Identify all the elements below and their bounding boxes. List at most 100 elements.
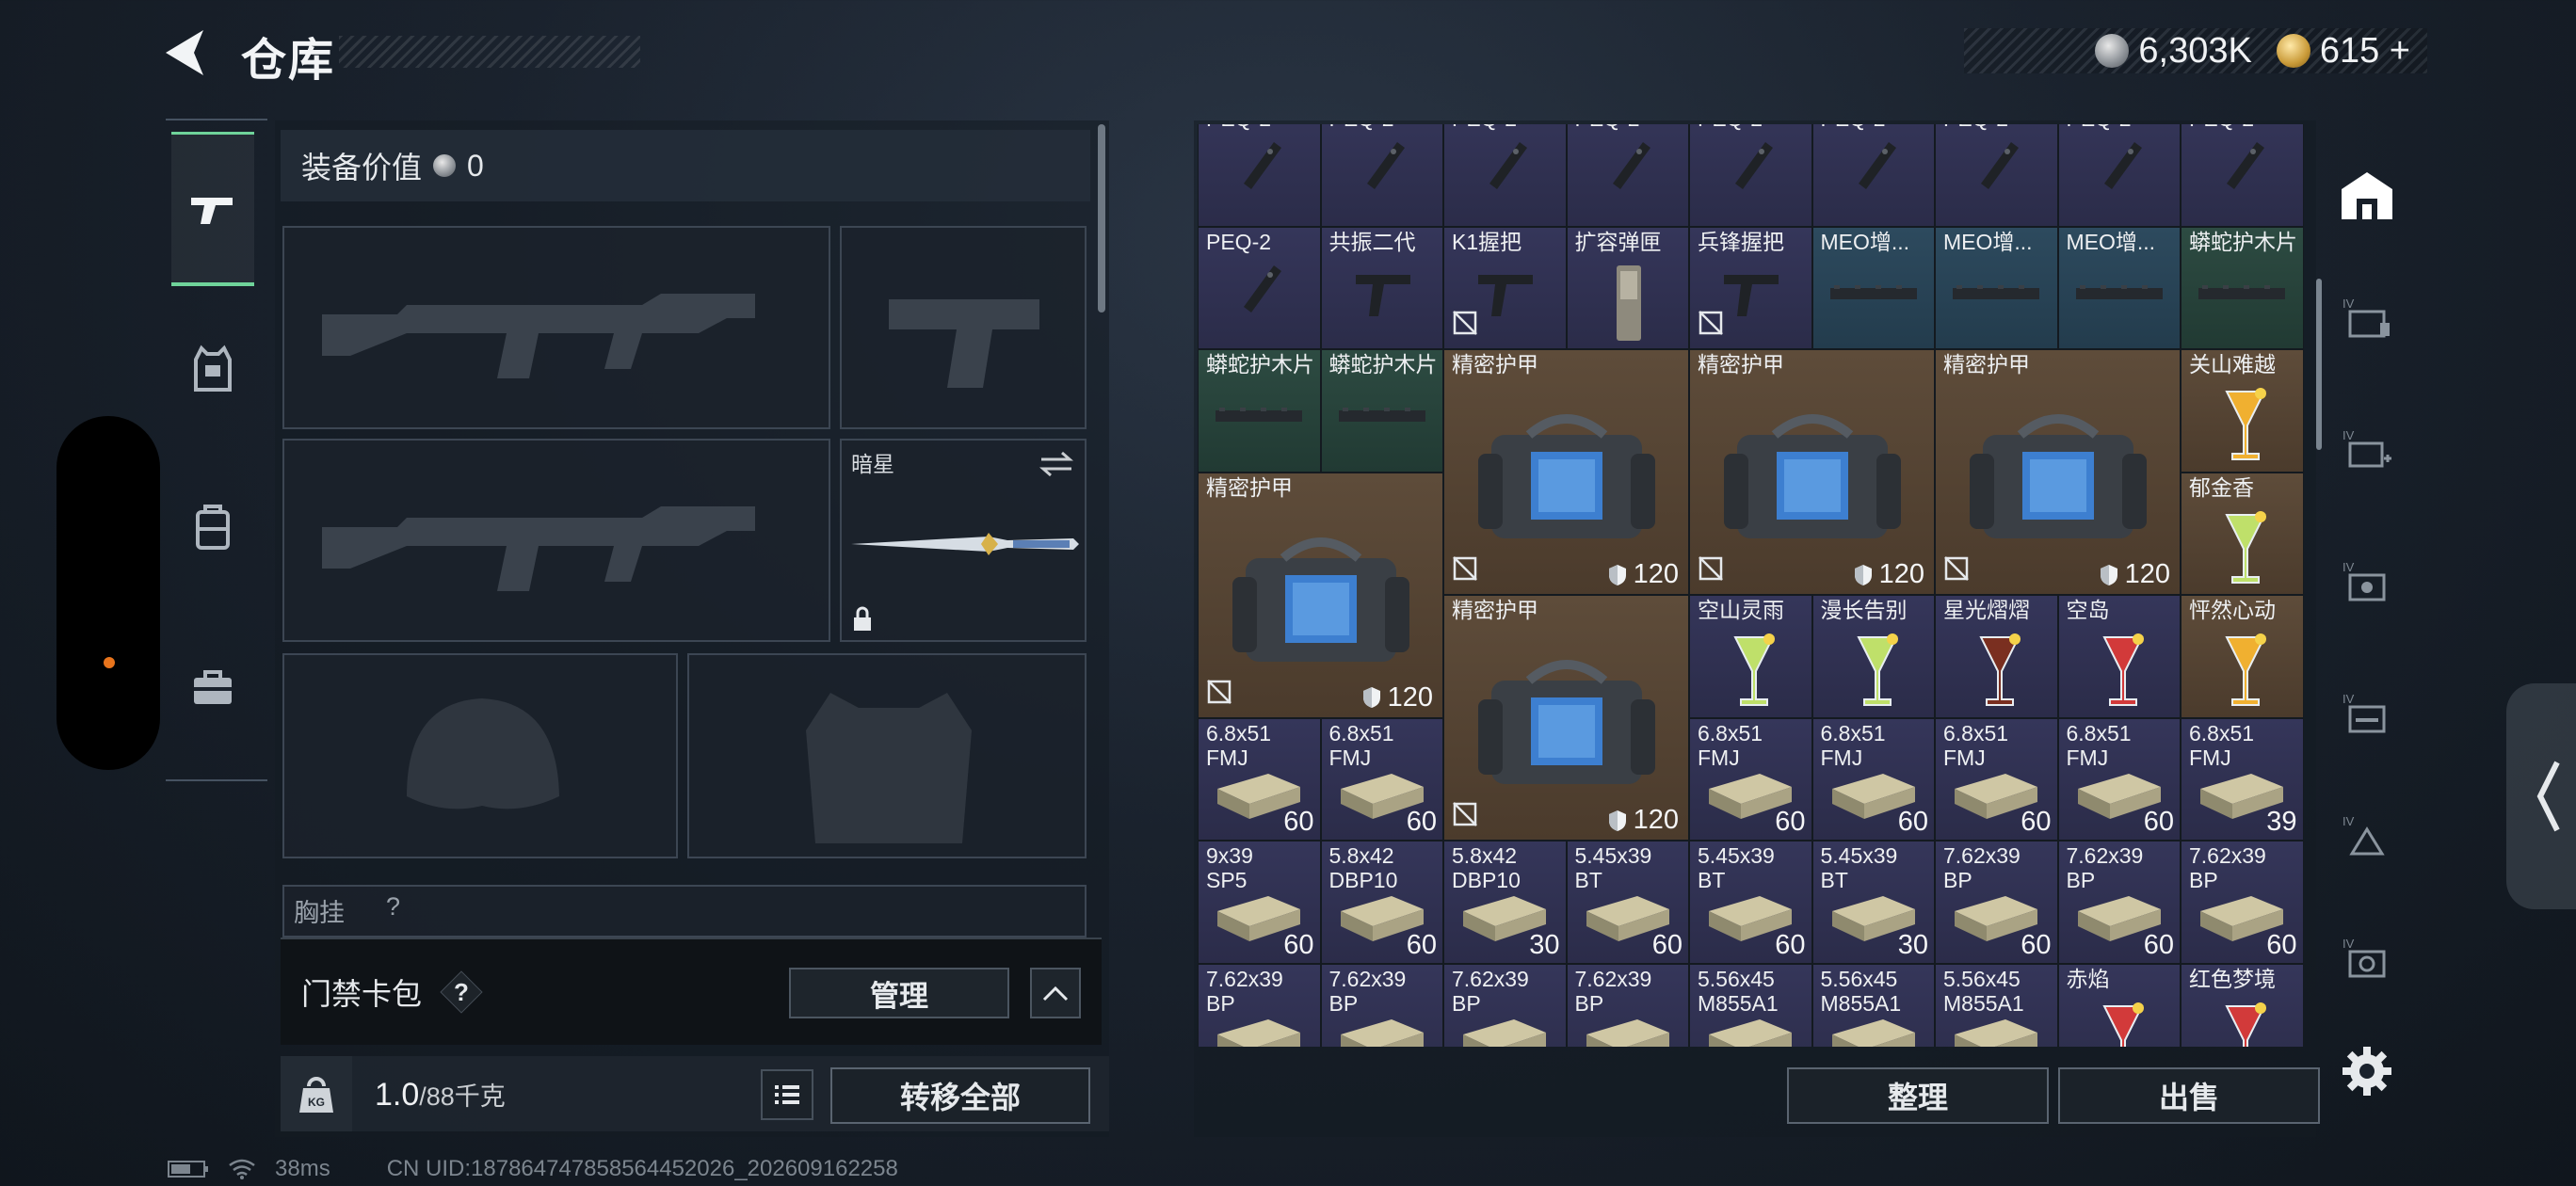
- inventory-item[interactable]: 6.8x51 FMJ 60: [1320, 717, 1443, 841]
- inventory-item[interactable]: MEO增...: [1811, 226, 1935, 349]
- inventory-item[interactable]: 扩容弹匣: [1566, 226, 1689, 349]
- currency-gold[interactable]: 615 +: [2276, 31, 2410, 72]
- inventory-item[interactable]: 蟒蛇护木片: [1198, 349, 1321, 473]
- inventory-item[interactable]: MEO增...: [2057, 226, 2181, 349]
- inventory-item[interactable]: 星光熠熠: [1935, 595, 2058, 718]
- inventory-item[interactable]: 兵锋握把: [1689, 226, 1812, 349]
- inventory-item[interactable]: 精密护甲 120: [1935, 349, 2181, 595]
- inventory-item[interactable]: 7.62x39 BP 60: [2181, 841, 2304, 964]
- tab-storage-3[interactable]: IV: [2318, 525, 2416, 638]
- inventory-item[interactable]: 5.45x39 BT 60: [1689, 841, 1812, 964]
- inventory-item[interactable]: 郁金香: [2181, 472, 2304, 595]
- sort-button[interactable]: 整理: [1787, 1067, 2049, 1124]
- tab-storage-5[interactable]: IV: [2318, 779, 2416, 892]
- sidearm-slot[interactable]: [840, 226, 1087, 429]
- inventory-item[interactable]: 5.45x39 BT 30: [1811, 841, 1935, 964]
- tab-case[interactable]: [171, 610, 254, 764]
- gold-coin-icon: [2276, 34, 2310, 68]
- inventory-item[interactable]: 5.8x42 DBP10 30: [1443, 841, 1567, 964]
- inventory-item[interactable]: 共振二代: [1320, 226, 1443, 349]
- inventory-item[interactable]: 精密护甲 120: [1689, 349, 1935, 595]
- tab-storage-4[interactable]: IV: [2318, 657, 2416, 770]
- list-view-button[interactable]: [761, 1069, 813, 1120]
- body-armor-slot[interactable]: [687, 653, 1087, 858]
- chest-rig-help[interactable]: ?: [386, 892, 400, 922]
- inventory-item[interactable]: PEQ-2: [1935, 124, 2058, 227]
- inventory-item[interactable]: 蟒蛇护木片: [1320, 349, 1443, 473]
- transfer-all-button[interactable]: 转移全部: [830, 1067, 1090, 1124]
- inventory-item[interactable]: 7.62x39 BP: [1443, 963, 1567, 1047]
- inventory-item[interactable]: 6.8x51 FMJ 60: [1689, 717, 1812, 841]
- inventory-item[interactable]: 7.62x39 BP 60: [2057, 841, 2181, 964]
- tab-storage-2[interactable]: IV: [2318, 393, 2416, 506]
- back-button[interactable]: [162, 26, 211, 79]
- inventory-item[interactable]: 空岛: [2057, 595, 2181, 718]
- inventory-item[interactable]: PEQ-2: [1689, 124, 1812, 227]
- settings-button[interactable]: [2337, 1041, 2397, 1101]
- inventory-item[interactable]: PEQ-2: [1566, 124, 1689, 227]
- inventory-item[interactable]: 9x39 SP5 60: [1198, 841, 1321, 964]
- inventory-item[interactable]: 5.56x45 M855A1: [1689, 963, 1812, 1047]
- uid-text: CN UID:18786474785856445202​6_2026091622…: [386, 1156, 898, 1181]
- inventory-item[interactable]: PEQ-2: [1198, 124, 1321, 227]
- shield-icon: [1608, 809, 1626, 831]
- tab-armor[interactable]: [171, 292, 254, 446]
- not-bound-icon: [1943, 555, 1970, 586]
- helmet-slot[interactable]: [282, 653, 678, 858]
- inventory-item[interactable]: 7.62x39 BP: [1198, 963, 1321, 1047]
- inventory-item[interactable]: 怦然心动: [2181, 595, 2304, 718]
- inventory-item[interactable]: 5.45x39 BT 60: [1566, 841, 1689, 964]
- secondary-weapon-slot[interactable]: [282, 439, 830, 642]
- inventory-item[interactable]: PEQ-2: [1198, 226, 1321, 349]
- inventory-item[interactable]: 蟒蛇护木片: [2181, 226, 2304, 349]
- tab-weapons[interactable]: [171, 132, 254, 286]
- inventory-item[interactable]: 6.8x51 FMJ 60: [1198, 717, 1321, 841]
- item-name: MEO增...: [1943, 229, 2033, 254]
- inventory-item[interactable]: PEQ-2: [1320, 124, 1443, 227]
- inventory-item[interactable]: 红色梦境: [2181, 963, 2304, 1047]
- item-name: 5.56x45 M855A1: [1820, 966, 1902, 1016]
- inventory-item[interactable]: K1握把: [1443, 226, 1567, 349]
- melee-slot[interactable]: 暗星: [840, 439, 1087, 642]
- inventory-item[interactable]: 7.62x39 BP 60: [1935, 841, 2058, 964]
- tab-backpack[interactable]: [171, 450, 254, 604]
- inventory-item[interactable]: 6.8x51 FMJ 60: [1811, 717, 1935, 841]
- inventory-item[interactable]: 空山灵雨: [1689, 595, 1812, 718]
- inventory-item[interactable]: 6.8x51 FMJ 60: [2057, 717, 2181, 841]
- laser-module-icon: [1612, 142, 1650, 189]
- grip-icon: [1355, 274, 1410, 316]
- inventory-item[interactable]: 精密护甲 120: [1198, 472, 1443, 718]
- laser-module-icon: [1366, 142, 1405, 189]
- manage-button[interactable]: 管理: [789, 968, 1009, 1018]
- inventory-item[interactable]: 精密护甲 120: [1443, 595, 1689, 841]
- inventory-item[interactable]: PEQ-2: [2181, 124, 2304, 227]
- equipment-scrollbar[interactable]: [1098, 124, 1105, 313]
- inventory-item[interactable]: 6.8x51 FMJ 39: [2181, 717, 2304, 841]
- inventory-item[interactable]: 7.62x39 BP: [1320, 963, 1443, 1047]
- inventory-item[interactable]: 5.8x42 DBP10 60: [1320, 841, 1443, 964]
- inventory-item[interactable]: 7.62x39 BP: [1566, 963, 1689, 1047]
- primary-weapon-slot[interactable]: [282, 226, 830, 429]
- inventory-item[interactable]: 5.56x45 M855A1: [1935, 963, 2058, 1047]
- edge-drawer-handle[interactable]: [2506, 683, 2576, 909]
- currency-silver[interactable]: 6,303K: [2095, 31, 2252, 72]
- item-name: 精密护甲: [1452, 352, 1538, 377]
- inventory-item[interactable]: 赤焰: [2057, 963, 2181, 1047]
- inventory-item[interactable]: PEQ-2: [1811, 124, 1935, 227]
- swap-icon[interactable]: [1038, 450, 1075, 478]
- expand-button[interactable]: [1030, 968, 1081, 1018]
- inventory-item[interactable]: MEO增...: [1935, 226, 2058, 349]
- inventory-item[interactable]: 漫长告别: [1811, 595, 1935, 718]
- access-card-help-button[interactable]: ?: [441, 971, 482, 1013]
- inventory-item[interactable]: 5.56x45 M855A1: [1811, 963, 1935, 1047]
- inventory-item[interactable]: 6.8x51 FMJ 60: [1935, 717, 2058, 841]
- inventory-item[interactable]: 精密护甲 120: [1443, 349, 1689, 595]
- tab-storage-1[interactable]: IV: [2318, 262, 2416, 375]
- tab-warehouse-main[interactable]: [2318, 139, 2416, 252]
- chest-rig-slot[interactable]: 胸挂 ?: [282, 885, 1087, 938]
- inventory-item[interactable]: 关山难越: [2181, 349, 2304, 473]
- sell-button[interactable]: 出售: [2058, 1067, 2320, 1124]
- inventory-item[interactable]: PEQ-2: [1443, 124, 1567, 227]
- inventory-item[interactable]: PEQ-2: [2057, 124, 2181, 227]
- tab-storage-6[interactable]: IV: [2318, 902, 2416, 1015]
